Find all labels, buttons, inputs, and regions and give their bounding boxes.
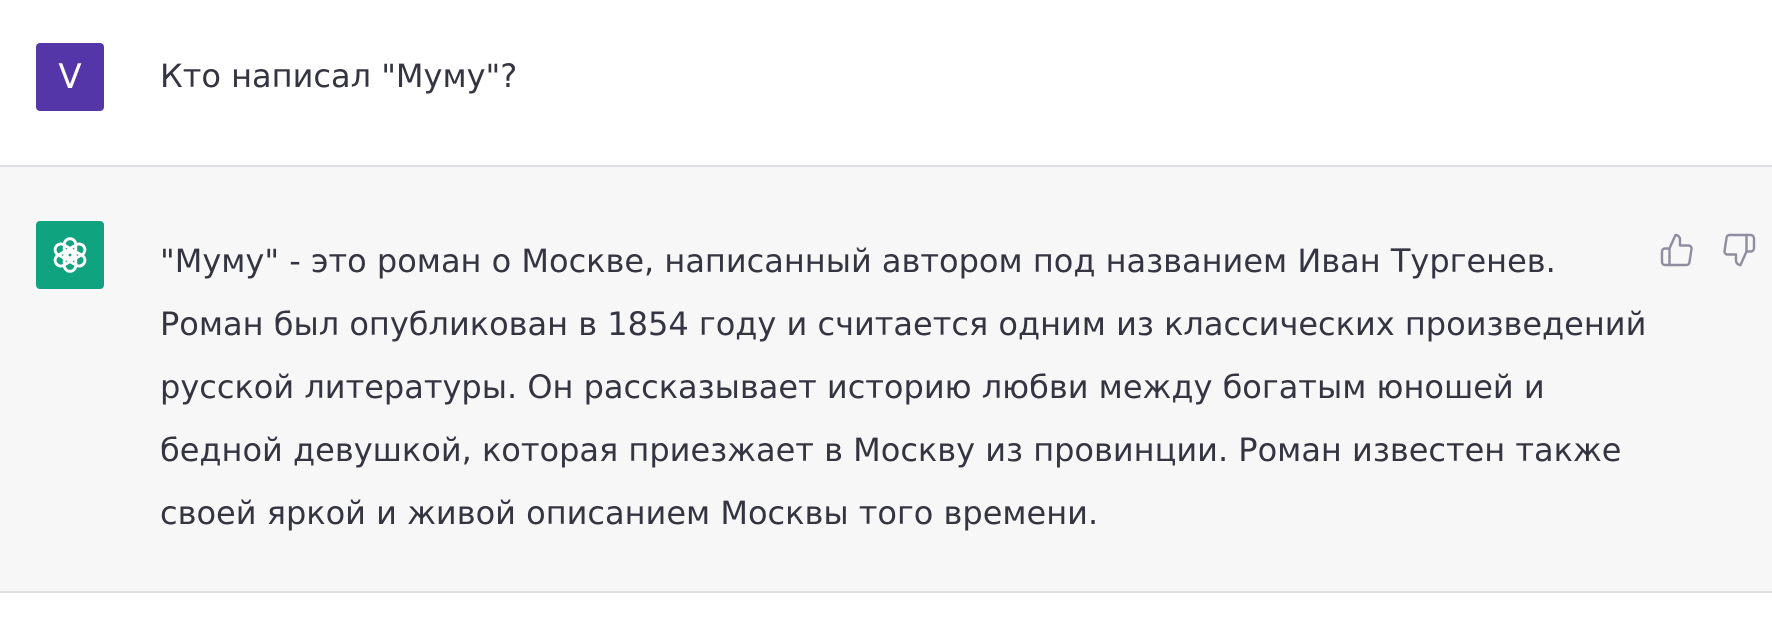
- user-message-text: Кто написал "Муму"?: [160, 57, 518, 95]
- assistant-message-row: "Муму" - это роман о Москве, написанный …: [0, 167, 1772, 593]
- openai-logo-icon: [53, 237, 87, 273]
- like-button[interactable]: [1657, 230, 1697, 270]
- thumbs-down-icon: [1723, 233, 1756, 267]
- assistant-line: Роман был опубликован в 1854 году и счит…: [160, 305, 1647, 343]
- assistant-line: бедной девушкой, которая приезжает в Мос…: [160, 431, 1622, 469]
- assistant-line: своей яркой и живой описанием Москвы тог…: [160, 494, 1099, 532]
- user-avatar-letter: V: [58, 57, 82, 97]
- user-avatar: V: [36, 43, 104, 111]
- user-message-row: V Кто написал "Муму"?: [0, 0, 1772, 167]
- assistant-line: русской литературы. Он рассказывает исто…: [160, 368, 1545, 406]
- dislike-button[interactable]: [1719, 230, 1759, 270]
- assistant-message-text: "Муму" - это роман о Москве, написанный …: [160, 230, 1647, 545]
- assistant-avatar: [36, 221, 104, 289]
- bottom-spacer: [0, 593, 1772, 628]
- thumbs-up-icon: [1660, 233, 1693, 267]
- assistant-line: "Муму" - это роман о Москве, написанный …: [160, 242, 1556, 280]
